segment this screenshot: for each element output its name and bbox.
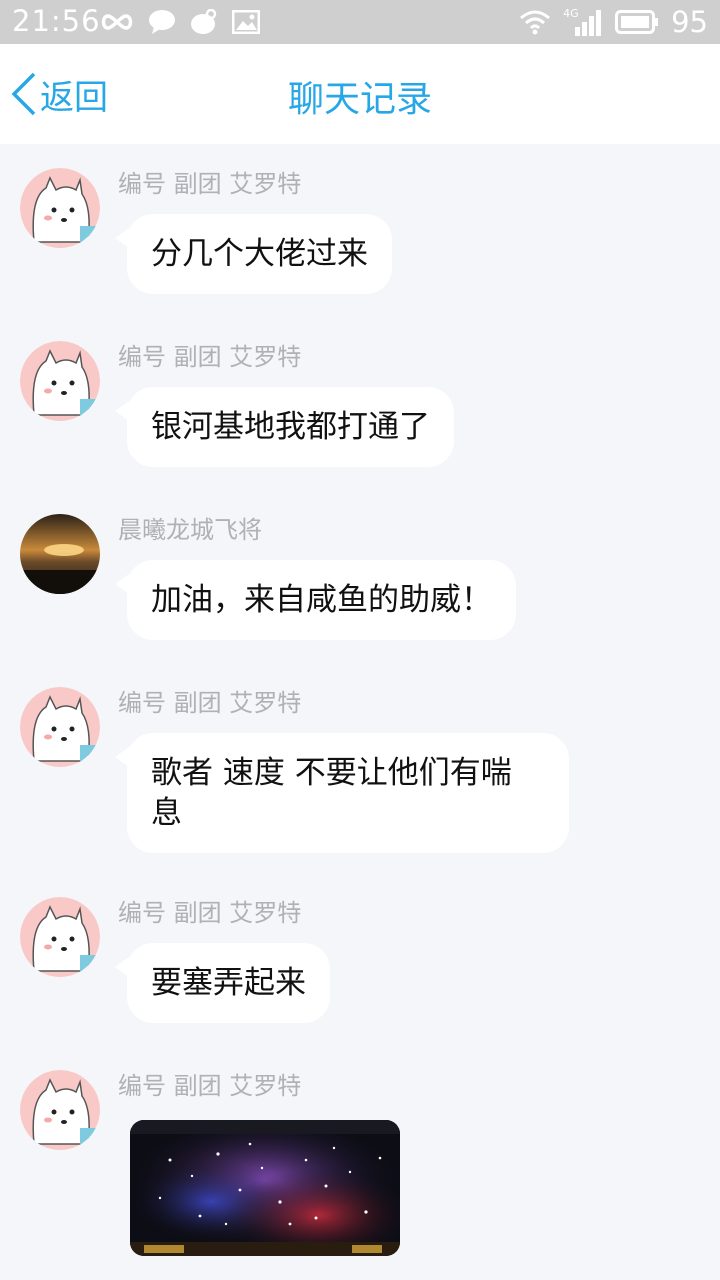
notification-icons xyxy=(100,8,260,36)
message-bubble[interactable]: 银河基地我都打通了 xyxy=(115,387,454,467)
cartoon-dog-avatar-icon xyxy=(20,687,100,767)
game-screenshot-thumbnail-icon xyxy=(130,1120,400,1256)
message-bubble[interactable]: 歌者 速度 不要让他们有喘 息 xyxy=(115,733,569,853)
avatar[interactable] xyxy=(20,514,100,594)
signal-icon: 4G xyxy=(563,7,603,37)
page-title: 聊天记录 xyxy=(287,79,432,120)
avatar[interactable] xyxy=(20,897,100,977)
message-bubble[interactable]: 加油，来自咸鱼的助威！ xyxy=(115,560,516,640)
message-bubble[interactable]: 分几个大佬过来 xyxy=(115,214,392,294)
avatar[interactable] xyxy=(20,687,100,767)
sender-name: 编号 副团 艾罗特 xyxy=(118,1072,302,1100)
sender-name: 晨曦龙城飞将 xyxy=(118,516,262,544)
system-icons: 4G 95 xyxy=(519,4,708,40)
message-text-line: 歌者 速度 不要让他们有喘 xyxy=(151,755,512,791)
chat-icon xyxy=(149,10,175,34)
sender-name: 编号 副团 艾罗特 xyxy=(118,689,302,717)
avatar[interactable] xyxy=(20,1070,100,1150)
message-bubble[interactable]: 要塞弄起来 xyxy=(115,943,330,1023)
status-bar: 21:56 4G 95 xyxy=(0,0,720,44)
avatar[interactable] xyxy=(20,168,100,248)
weibo-icon xyxy=(191,9,217,34)
cartoon-dog-avatar-icon xyxy=(20,168,100,248)
sender-name: 编号 副团 艾罗特 xyxy=(118,343,302,371)
battery-icon xyxy=(615,10,659,34)
cartoon-dog-avatar-icon xyxy=(20,897,100,977)
wifi-icon xyxy=(520,10,551,35)
sunset-avatar-icon xyxy=(20,514,100,594)
cartoon-dog-avatar-icon xyxy=(20,341,100,421)
infinity-icon xyxy=(101,14,133,30)
battery-level: 95 xyxy=(671,5,708,39)
sender-name: 编号 副团 艾罗特 xyxy=(118,899,302,927)
message-text-line: 息 xyxy=(151,795,182,831)
cartoon-dog-avatar-icon xyxy=(20,1070,100,1150)
sender-name: 编号 副团 艾罗特 xyxy=(118,170,302,198)
image-icon xyxy=(232,10,260,34)
status-time: 21:56 xyxy=(12,4,101,38)
avatar[interactable] xyxy=(20,341,100,421)
image-message[interactable] xyxy=(130,1120,400,1256)
header: 返回 聊天记录 xyxy=(0,44,720,144)
